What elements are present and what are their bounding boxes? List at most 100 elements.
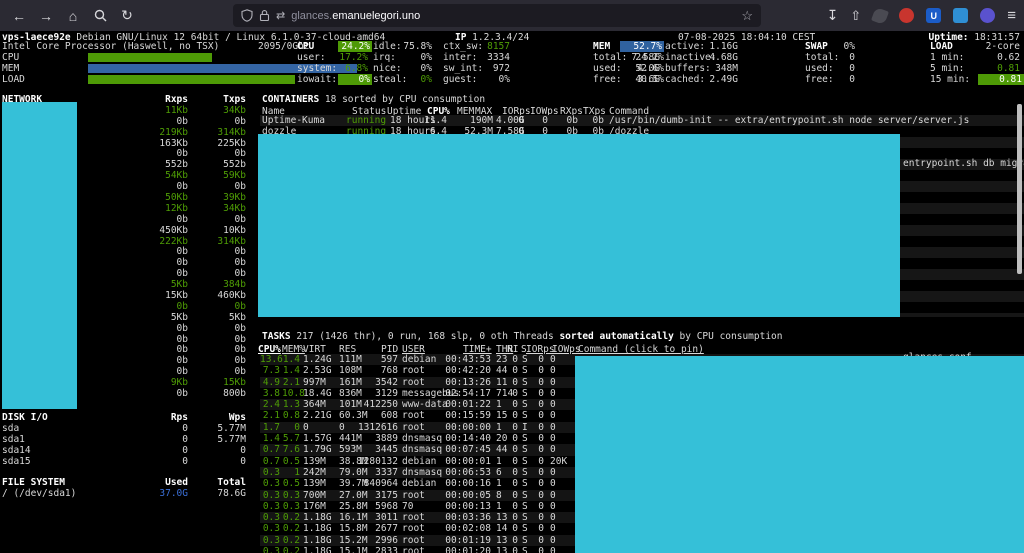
stat-value: 348M [698, 63, 738, 74]
tx-value: 460Kb [188, 290, 246, 301]
task-iorps: 0 [528, 399, 544, 410]
task-time: 00:07:45 [440, 444, 491, 455]
tx-value: 0b [188, 344, 246, 355]
task-virt: 2.53G [303, 365, 337, 376]
task-cpu: 0.3 [260, 512, 280, 523]
reload-icon[interactable]: ↻ [118, 7, 136, 25]
stat-label: free: [593, 74, 622, 85]
container-row: Uptime-Kuma running 18 hours 11.4 190M 4… [260, 115, 1024, 126]
rps-header[interactable]: Rps [128, 412, 188, 423]
task-iowps: 0 [550, 354, 576, 365]
tx-value: 552b [188, 159, 246, 170]
stat-value: 6.8% [338, 63, 368, 74]
rps-value: 0 [128, 434, 188, 445]
usage-bar [88, 53, 212, 62]
extension-u-icon[interactable]: U [926, 8, 941, 23]
tasks-title-line: TASKS 217 (1426 thr), 0 run, 168 slp, 0 … [262, 331, 783, 342]
txps-header[interactable]: Txps [188, 94, 246, 105]
task-cpu: 0.3 [260, 523, 280, 534]
bookmark-star-icon[interactable]: ☆ [741, 8, 753, 24]
tasks-sort-mode[interactable]: sorted automatically [559, 331, 673, 342]
stat-label: 5 min: [930, 63, 964, 74]
scrollbar-thumb[interactable] [1017, 104, 1022, 274]
stat-value: 8157 [465, 41, 510, 52]
extension-blue-icon[interactable] [953, 8, 968, 23]
used-header[interactable]: Used [128, 477, 188, 488]
tx-value: 10Kb [188, 225, 246, 236]
container-txps: 0b [580, 115, 604, 126]
wps-header[interactable]: Wps [188, 412, 246, 423]
url-text[interactable]: glances.emanuelegori.uno [291, 10, 741, 22]
task-cpu: 2.4 [260, 399, 280, 410]
menu-icon[interactable]: ≡ [1007, 7, 1016, 24]
rps-value: 0 [128, 456, 188, 467]
task-virt: 176M [303, 501, 337, 512]
total-header[interactable]: Total [188, 477, 246, 488]
task-iowps: 0 [550, 399, 576, 410]
rx-value: 0b [128, 257, 188, 268]
task-iorps: 0 [528, 444, 544, 455]
diskio-title: DISK I/O [2, 412, 48, 423]
task-virt: 139M [303, 456, 337, 467]
rx-value: 0b [128, 246, 188, 257]
tx-value: 0b [188, 181, 246, 192]
task-time: 00:00:01 [440, 456, 491, 467]
task-time: 00:03:36 [440, 512, 491, 523]
extension-feather-icon[interactable] [871, 7, 889, 25]
stat-value: 1.16G [698, 41, 738, 52]
task-cpu: 0.3 [260, 546, 280, 553]
task-iorps: 0 [528, 501, 544, 512]
back-icon[interactable]: ← [10, 7, 28, 25]
nav-buttons: ← → ⌂ ↻ [10, 7, 136, 25]
tasks-summary: 217 (1426 thr), 0 run, 168 slp, 0 oth Th… [291, 331, 560, 342]
task-iowps: 0 [550, 410, 576, 421]
stat-label: system: [297, 63, 337, 74]
task-mem: 0.2 [282, 546, 300, 553]
task-virt: 1.79G [303, 444, 337, 455]
lock-icon[interactable] [259, 9, 270, 22]
task-time: 00:00:16 [440, 478, 491, 489]
task-mem: 1 [282, 467, 300, 478]
task-time: 00:02:08 [440, 523, 491, 534]
rx-value: 219Kb [128, 127, 188, 138]
task-nice: 0 [506, 422, 518, 433]
container-command-fragment: entrypoint.sh db migrate && [903, 158, 1024, 169]
tx-value: 39Kb [188, 192, 246, 203]
container-rxps: 0b [554, 115, 578, 126]
search-icon[interactable] [91, 7, 109, 25]
url-bar[interactable]: ⇄ glances.emanuelegori.uno ☆ [233, 4, 761, 27]
task-pid: 2833 [355, 546, 398, 553]
task-pid: 1312616 [355, 422, 398, 433]
extension-purple-icon[interactable] [980, 8, 995, 23]
stat-label: iowait: [297, 74, 337, 85]
redaction-network-interfaces [2, 102, 77, 409]
wps-value: 5.77M [188, 423, 246, 434]
tracking-shield-icon[interactable] [241, 9, 253, 22]
diskio-header: DISK I/O Rps Wps [0, 412, 246, 423]
task-iowps: 0 [550, 490, 576, 501]
disk-name: sda [2, 423, 19, 434]
task-virt: 1.18G [303, 512, 337, 523]
task-mem: 0.3 [282, 490, 300, 501]
stat-label: irq: [373, 52, 396, 63]
extension-shield-icon[interactable] [899, 8, 914, 23]
task-iorps: 0 [528, 365, 544, 376]
task-iowps: 0 [550, 388, 576, 399]
stat-value: 0.81 [978, 63, 1020, 74]
container-swap-icon[interactable]: ⇄ [276, 9, 285, 22]
home-icon[interactable]: ⌂ [64, 7, 82, 25]
used-value: 37.0G [128, 488, 188, 499]
forward-icon[interactable]: → [37, 7, 55, 25]
tx-value: 0b [188, 214, 246, 225]
cpu-stat-row: system: 6.8% nice: 0% sw_int: 972 [297, 63, 512, 74]
download-icon[interactable]: ↧ [827, 7, 839, 24]
rps-value: 0 [128, 445, 188, 456]
mount-point: / (/dev/sda1) [2, 488, 76, 499]
task-time: 00:00:05 [440, 490, 491, 501]
task-iorps: 0 [528, 535, 544, 546]
rxps-header[interactable]: Rxps [128, 94, 188, 105]
task-virt: 0 [303, 422, 337, 433]
filesystem-row: / (/dev/sda1) 37.0G 78.6G [0, 488, 246, 499]
task-pid: 2677 [355, 523, 398, 534]
share-icon[interactable]: ⇧ [850, 8, 861, 24]
